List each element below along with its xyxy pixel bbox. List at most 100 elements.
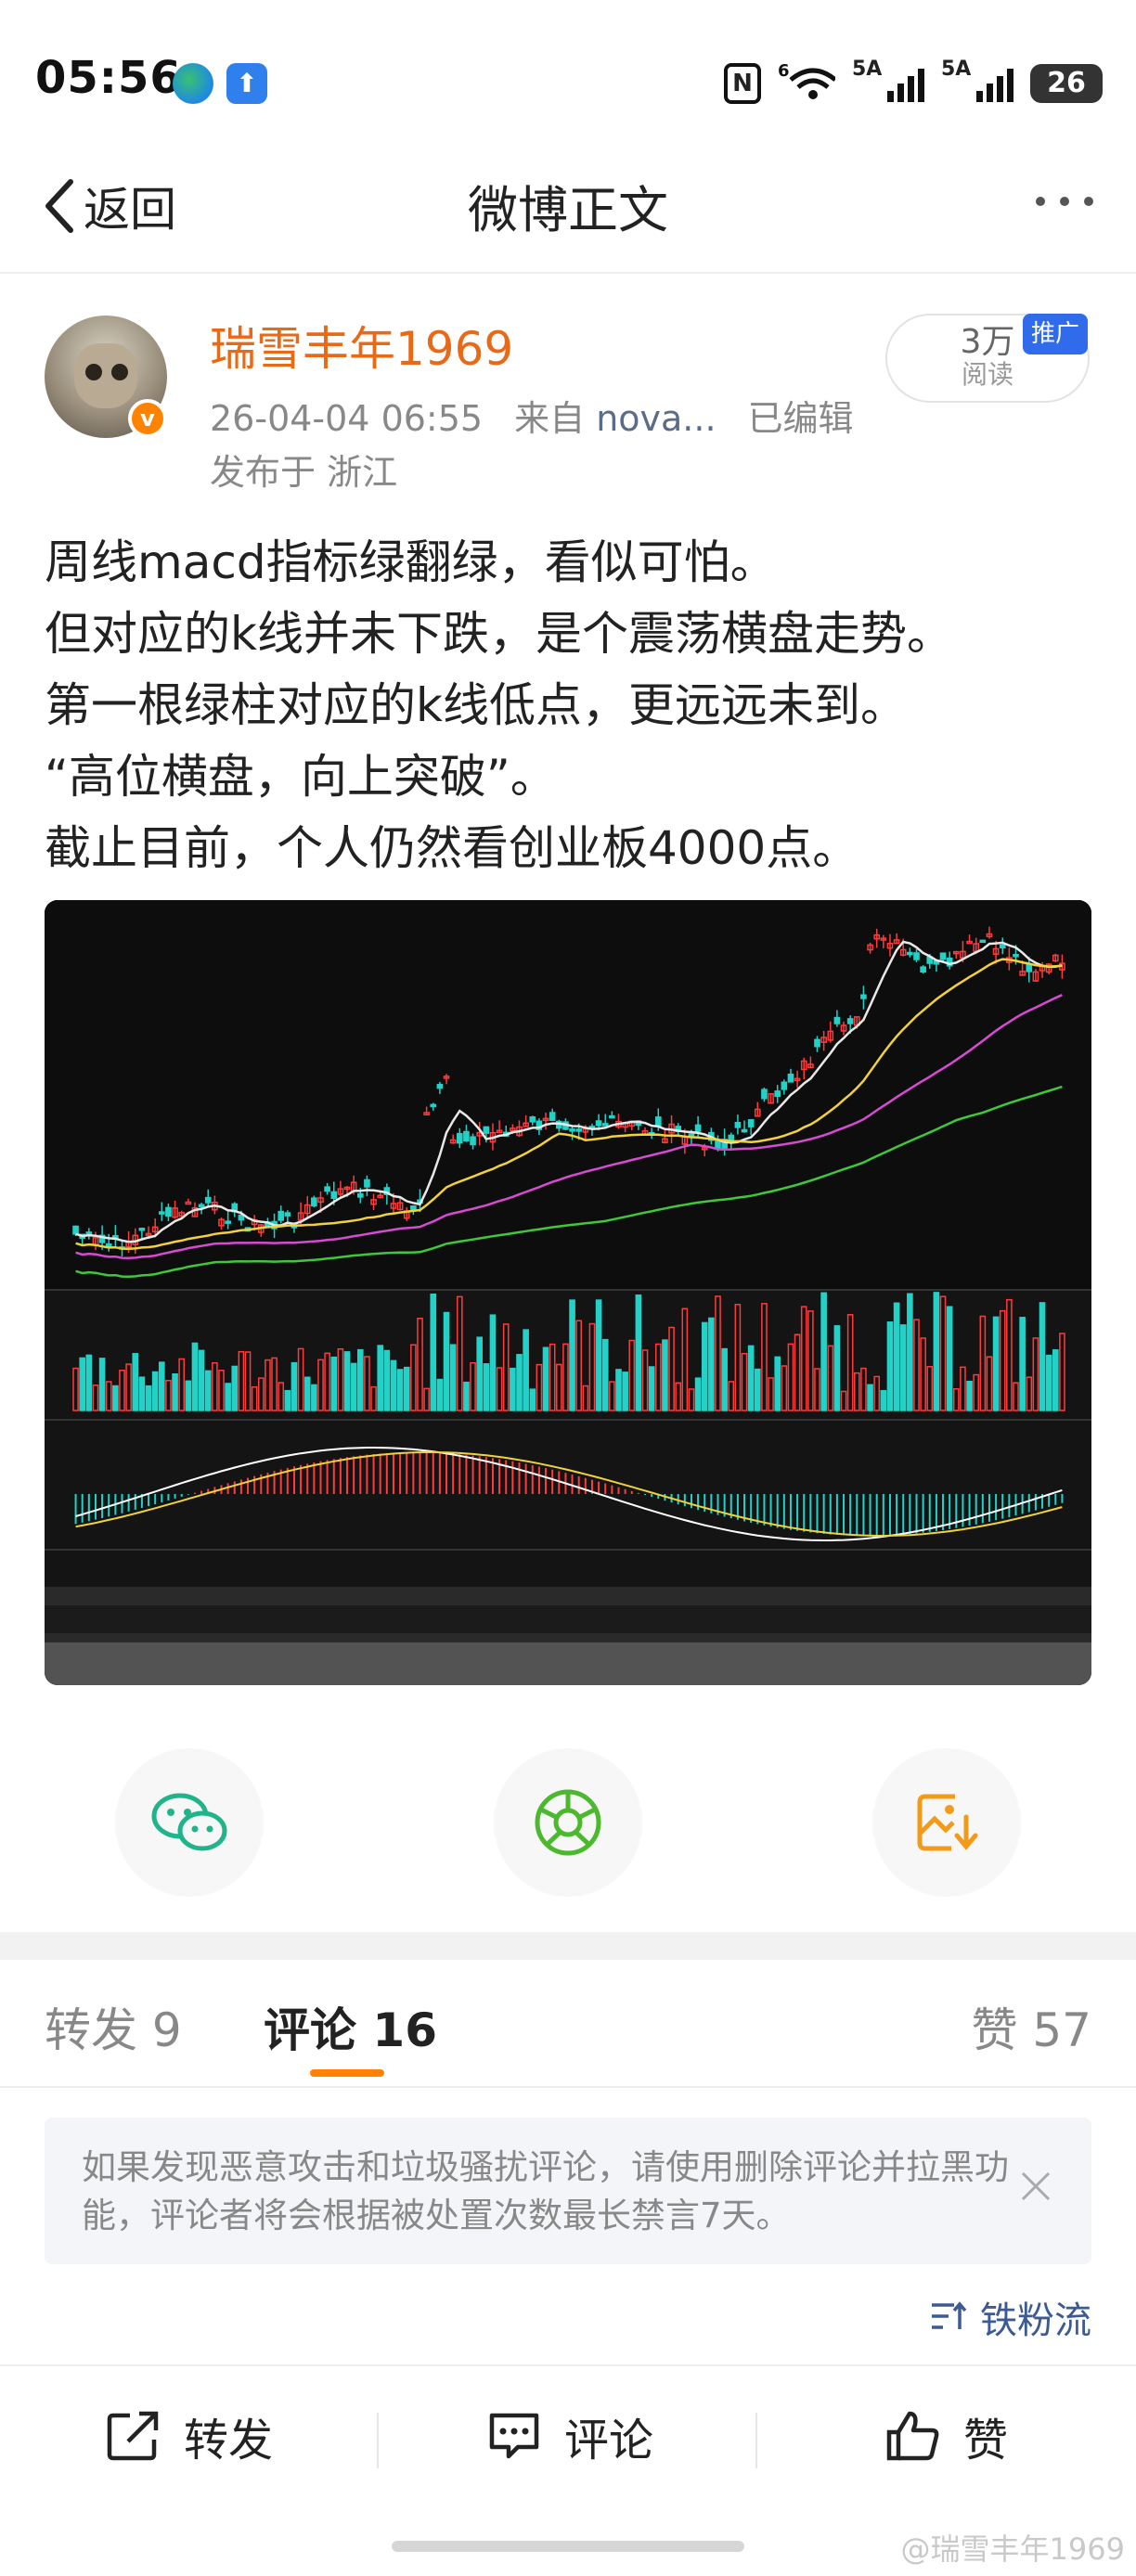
more-dot-icon xyxy=(1036,197,1045,206)
chart-candle xyxy=(112,1235,119,1239)
chart-volume-bar xyxy=(98,1358,106,1411)
chart-volume-bar xyxy=(145,1385,152,1411)
author-name[interactable]: 瑞雪丰年1969 xyxy=(210,312,513,379)
chart-candle xyxy=(846,1018,854,1024)
comment-button[interactable]: 评论 xyxy=(486,2403,653,2468)
browser-notification-icon xyxy=(173,63,213,104)
repost-button[interactable]: 转发 xyxy=(106,2403,273,2468)
verified-badge-icon: v xyxy=(128,399,167,438)
like-label: 赞 xyxy=(963,2415,1009,2467)
chart-volume-bar xyxy=(191,1342,199,1411)
section-divider xyxy=(0,1932,1136,1960)
chart-volume-bar xyxy=(708,1317,715,1411)
more-options-button[interactable] xyxy=(1036,197,1093,206)
chart-candle xyxy=(470,1136,476,1146)
tab-comments[interactable]: 评论 16 xyxy=(264,1993,437,2060)
tab-likes[interactable]: 赞 57 xyxy=(971,1993,1091,2060)
repost-label: 转发 xyxy=(184,2415,274,2467)
top-nav-bar: 返回 微博正文 xyxy=(0,139,1136,274)
bottom-separator xyxy=(755,2413,757,2468)
save-image-button[interactable] xyxy=(872,1748,1021,1897)
chart-candle xyxy=(72,1225,79,1235)
chart-volume-bar xyxy=(747,1345,755,1411)
chart-volume-bar xyxy=(774,1356,781,1411)
chart-volume-bar xyxy=(158,1361,165,1411)
chart-candle xyxy=(920,966,926,973)
home-indicator[interactable] xyxy=(392,2541,744,2552)
chart-candle xyxy=(463,1130,470,1142)
comment-icon xyxy=(489,2413,539,2459)
like-button[interactable]: 赞 xyxy=(885,2403,1008,2468)
chart-candle xyxy=(939,952,947,960)
nfc-icon: N xyxy=(724,63,761,104)
edited-label[interactable]: 已编辑 xyxy=(748,398,854,439)
chart-volume-bar xyxy=(516,1354,523,1411)
chart-candle xyxy=(694,1124,702,1132)
chart-candle xyxy=(225,1220,231,1224)
chart-candle xyxy=(529,1116,536,1123)
chart-candle xyxy=(430,1103,437,1108)
chart-candle xyxy=(728,1134,735,1141)
chart-volume-bar xyxy=(198,1349,205,1411)
save-image-icon xyxy=(917,1794,978,1851)
chart-volume-bar xyxy=(615,1369,622,1411)
chart-volume-bar xyxy=(569,1299,575,1411)
avatar-eye xyxy=(111,364,128,380)
more-dot-icon xyxy=(1084,197,1093,206)
tab-reposts[interactable]: 转发 9 xyxy=(45,1993,182,2060)
chart-volume-bar xyxy=(231,1365,239,1411)
chart-volume-bar xyxy=(303,1376,311,1411)
chart-candle xyxy=(330,1191,338,1200)
chart-volume-bar xyxy=(946,1306,953,1411)
chart-volume-bar xyxy=(635,1294,642,1411)
author-avatar[interactable]: v xyxy=(45,316,167,438)
chart-volume-bar xyxy=(595,1299,602,1411)
chart-candle xyxy=(741,1128,748,1133)
chart-candle xyxy=(158,1211,165,1215)
chart-candle xyxy=(1013,953,1019,958)
chart-volume-bar xyxy=(449,1344,457,1411)
chart-volume-bar xyxy=(403,1366,410,1411)
chart-candle xyxy=(138,1228,146,1231)
sort-label: 铁粉流 xyxy=(980,2299,1091,2342)
chart-candle xyxy=(278,1210,285,1221)
chart-volume-bar xyxy=(383,1349,391,1411)
wifi-icon: 6 xyxy=(778,59,837,109)
chart-volume-bar xyxy=(1052,1349,1059,1411)
chart-candle xyxy=(833,1016,841,1024)
chart-candle xyxy=(324,1186,330,1192)
post-source[interactable]: nova... xyxy=(596,398,716,439)
close-icon[interactable] xyxy=(1013,2164,1058,2209)
share-moments-button[interactable] xyxy=(494,1748,642,1897)
wifi-label: 6 xyxy=(778,61,790,81)
post-time: 26-04-04 06:55 xyxy=(210,398,484,439)
chart-volume-bar xyxy=(185,1380,192,1411)
chart-candle xyxy=(595,1120,602,1127)
upload-notification-icon: ⬆ xyxy=(226,63,267,104)
chart-candle xyxy=(814,1038,820,1048)
chart-volume-bar xyxy=(1045,1354,1052,1411)
share-wechat-button[interactable] xyxy=(115,1748,264,1897)
chart-candle xyxy=(688,1133,695,1137)
chart-candle xyxy=(787,1073,794,1083)
chart-candle xyxy=(549,1112,556,1121)
chart-volume-bar xyxy=(311,1384,317,1411)
more-dot-icon xyxy=(1060,197,1069,206)
chart-volume-bar xyxy=(754,1368,761,1411)
chart-volume-bar xyxy=(151,1371,159,1411)
back-button[interactable]: 返回 xyxy=(41,173,176,239)
chart-volume-bar xyxy=(172,1372,178,1411)
post-image-stock-chart[interactable] xyxy=(45,900,1091,1685)
chart-volume-bar xyxy=(966,1380,973,1411)
chart-candle xyxy=(781,1081,788,1090)
chart-volume-bar xyxy=(290,1361,298,1411)
avatar-face xyxy=(74,343,137,408)
post-line: 但对应的k线并未下跌，是个震荡横盘走势。 xyxy=(45,607,953,661)
chart-candle xyxy=(575,1128,583,1132)
moments-icon xyxy=(535,1789,601,1856)
sort-toggle[interactable]: 铁粉流 xyxy=(930,2290,1091,2344)
post-body: 周线macd指标绿翻绿，看似可怕。 但对应的k线并未下跌，是个震荡横盘走势。 第… xyxy=(45,527,1093,884)
bottom-action-bar: 转发 评论 赞 xyxy=(0,2364,1136,2504)
chart-volume-bar xyxy=(694,1377,702,1411)
chart-volume-bar xyxy=(443,1311,450,1411)
